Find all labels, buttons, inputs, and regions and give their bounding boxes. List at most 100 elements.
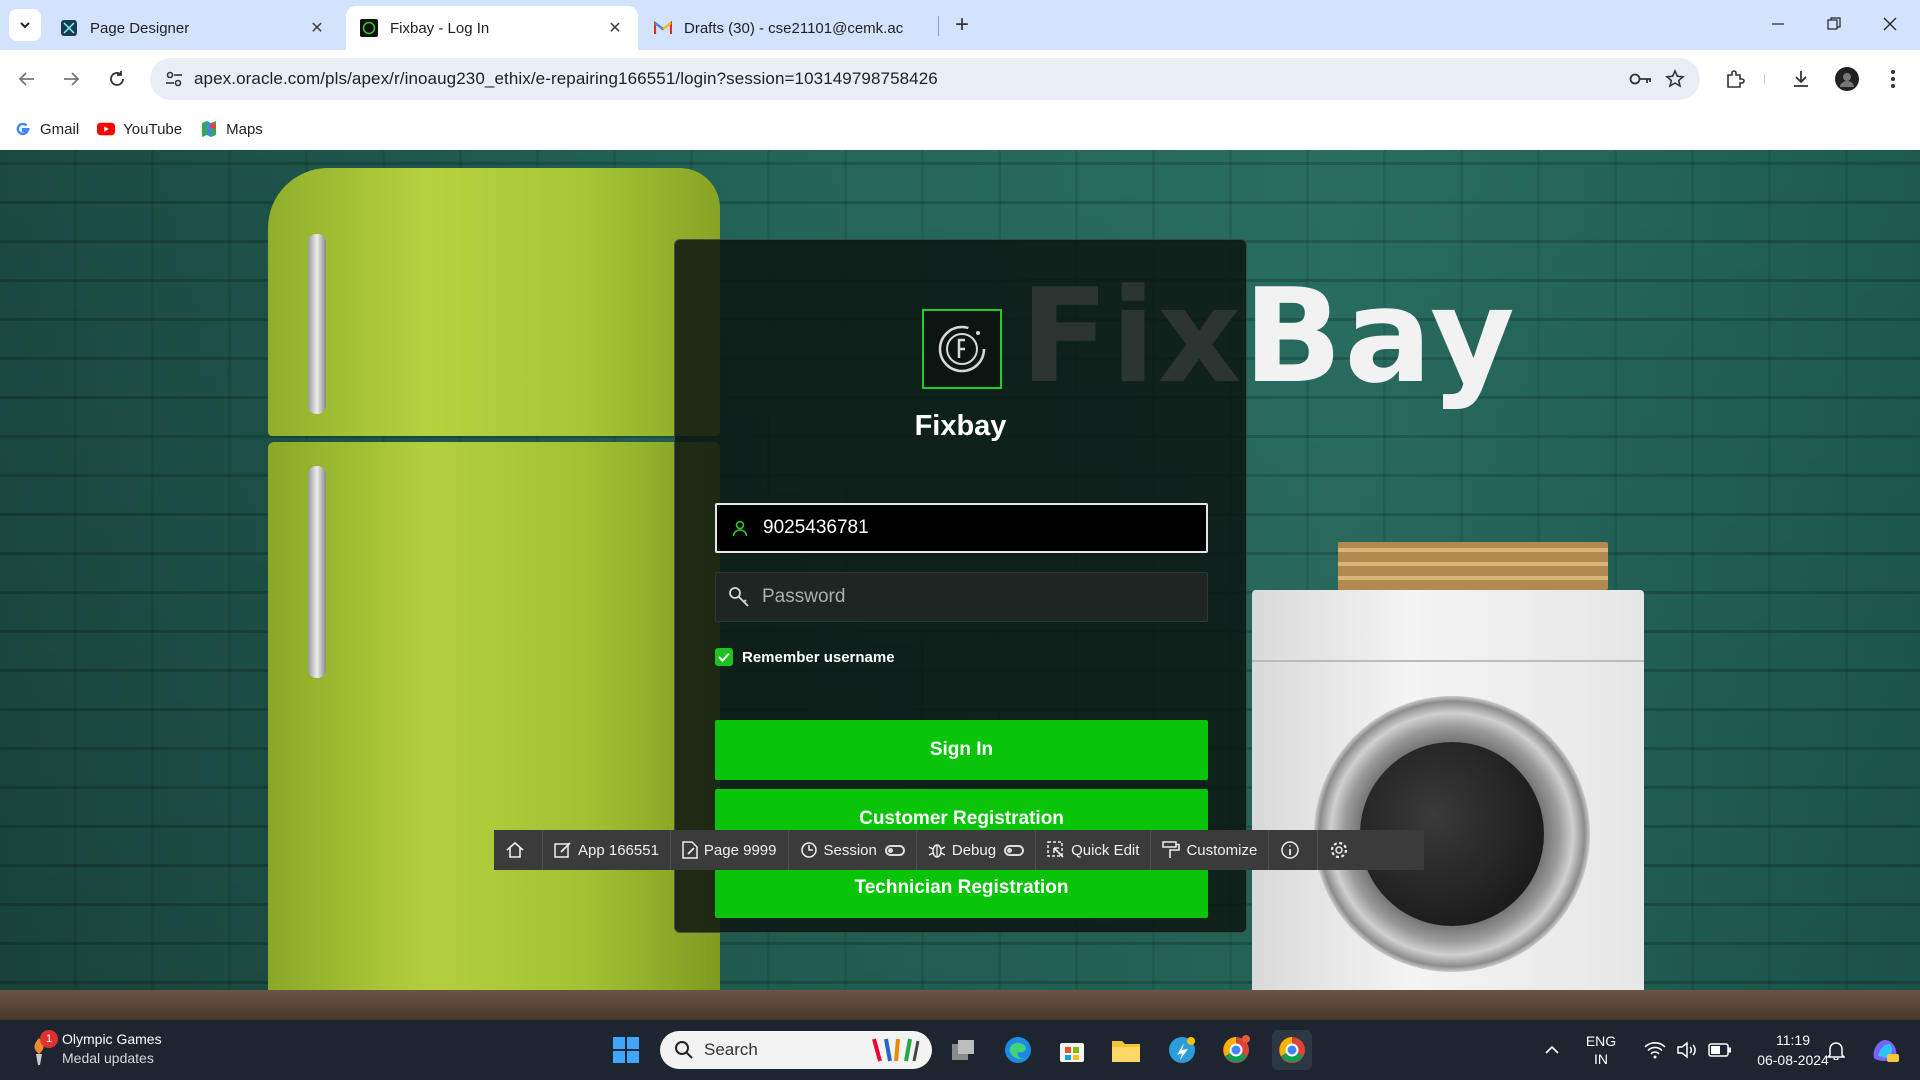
customize-label: Customize: [1186, 841, 1258, 859]
customize-button[interactable]: Customize: [1151, 830, 1270, 870]
quick-edit-button[interactable]: Quick Edit: [1036, 830, 1152, 870]
address-bar[interactable]: apex.oracle.com/pls/apex/r/inoaug230_eth…: [150, 58, 1700, 100]
tab-title: Fixbay - Log In: [390, 19, 490, 37]
forward-button[interactable]: [54, 62, 88, 96]
more-menu-icon[interactable]: [1876, 62, 1910, 96]
chrome-active-icon[interactable]: [1272, 1030, 1312, 1070]
close-icon[interactable]: ✕: [308, 19, 326, 37]
show-hidden-icons-button[interactable]: [1536, 1020, 1568, 1080]
login-page: FixBay Fixbay 9025436781 Remember userna…: [0, 150, 1920, 1020]
floor: [0, 990, 1920, 1020]
olympic-torch-icon: 1: [26, 1030, 58, 1065]
extensions-icon[interactable]: [1718, 62, 1752, 96]
tab-gmail-drafts[interactable]: Drafts (30) - cse21101@cemk.ac: [640, 6, 940, 50]
close-window-button[interactable]: [1862, 0, 1918, 48]
key-icon: [716, 586, 762, 608]
copilot-icon[interactable]: [1864, 1020, 1906, 1080]
sign-in-button[interactable]: Sign In: [715, 720, 1208, 780]
app-label: App 166551: [578, 841, 659, 859]
settings-button[interactable]: [1318, 830, 1366, 870]
news-widget[interactable]: 1 Olympic Games Medal updates: [26, 1030, 162, 1068]
reload-icon: [110, 71, 124, 86]
tab-search-button[interactable]: [9, 9, 41, 41]
minimize-icon: [1772, 23, 1784, 25]
app-button[interactable]: App 166551: [543, 830, 671, 870]
taskbar-search[interactable]: Search: [660, 1031, 932, 1069]
new-tab-button[interactable]: +: [948, 11, 976, 39]
start-button[interactable]: [606, 1030, 646, 1070]
password-field[interactable]: [715, 572, 1208, 622]
password-key-icon[interactable]: [1624, 62, 1658, 96]
fridge-image-lower: [268, 442, 720, 1020]
bookmarks-bar: Gmail YouTube Maps: [0, 108, 1920, 150]
chrome-profile-icon[interactable]: [1216, 1030, 1256, 1070]
site-info-icon[interactable]: [154, 58, 194, 100]
login-card: Fixbay Remember username Sign In Custome…: [674, 239, 1247, 933]
tab-title: Page Designer: [90, 19, 190, 37]
bookmark-youtube[interactable]: YouTube: [97, 120, 182, 138]
username-field[interactable]: [715, 503, 1208, 553]
apex-developer-toolbar: App 166551 Page 9999 Session Debug Quick…: [494, 830, 1424, 870]
maps-icon: [200, 120, 218, 138]
back-button[interactable]: [10, 62, 44, 96]
edge-browser-icon[interactable]: [998, 1030, 1038, 1070]
fridge-handle: [308, 466, 326, 678]
weather-icon[interactable]: [1162, 1030, 1202, 1070]
session-toggle-icon[interactable]: [884, 844, 905, 856]
arrow-right-icon: [64, 72, 80, 86]
page-edit-icon: [682, 841, 698, 859]
notification-badge: 1: [40, 1030, 58, 1048]
username-input[interactable]: [763, 517, 1183, 539]
arrow-left-icon: [18, 72, 34, 86]
session-button[interactable]: Session: [789, 830, 917, 870]
fridge-handle: [308, 234, 326, 414]
quick-edit-icon: [1047, 841, 1064, 858]
language-line-1: ENG: [1585, 1033, 1617, 1049]
browser-tab-bar: Page Designer ✕ Fixbay - Log In ✕ Drafts…: [0, 0, 1920, 50]
tab-title: Drafts (30) - cse21101@cemk.ac: [684, 19, 904, 37]
system-status-area[interactable]: [1634, 1020, 1742, 1080]
bookmark-label: YouTube: [123, 120, 183, 138]
checkmark-icon: [718, 652, 730, 662]
battery-icon: [1708, 1043, 1731, 1057]
language-indicator[interactable]: ENG IN: [1574, 1020, 1628, 1080]
downloads-icon[interactable]: [1784, 62, 1818, 96]
remember-username[interactable]: Remember username: [715, 648, 895, 666]
microsoft-store-icon[interactable]: [1052, 1030, 1092, 1070]
language-line-2: IN: [1594, 1051, 1608, 1067]
remember-checkbox[interactable]: [715, 648, 733, 666]
restore-button[interactable]: [1806, 0, 1862, 48]
bookmark-star-icon[interactable]: [1658, 62, 1692, 96]
notifications-button[interactable]: [1824, 1020, 1848, 1080]
bookmark-label: Maps: [226, 120, 263, 138]
reload-button[interactable]: [100, 62, 134, 96]
washing-machine-image: [1252, 590, 1644, 1020]
bug-icon: [928, 844, 946, 858]
restore-icon: [1827, 17, 1841, 30]
profile-avatar[interactable]: [1830, 62, 1864, 96]
tab-fixbay-login[interactable]: Fixbay - Log In ✕: [346, 6, 638, 50]
page-designer-favicon-icon: [60, 19, 78, 37]
tab-page-designer[interactable]: Page Designer ✕: [46, 6, 340, 50]
debug-toggle-icon[interactable]: [1004, 844, 1025, 856]
speaker-icon: [1677, 1041, 1696, 1059]
quick-edit-label: Quick Edit: [1071, 841, 1140, 859]
session-label: Session: [823, 841, 877, 859]
bell-icon: [1827, 1042, 1845, 1060]
paint-roller-icon: [1162, 841, 1181, 858]
bookmark-maps[interactable]: Maps: [200, 120, 263, 138]
home-button[interactable]: [494, 830, 543, 870]
info-button[interactable]: [1269, 830, 1319, 870]
password-input[interactable]: [762, 586, 1182, 608]
url-text[interactable]: apex.oracle.com/pls/apex/r/inoaug230_eth…: [194, 69, 1624, 89]
minimize-button[interactable]: [1750, 0, 1806, 48]
page-button[interactable]: Page 9999: [671, 830, 789, 870]
debug-button[interactable]: Debug: [917, 830, 1037, 870]
file-explorer-icon[interactable]: [1106, 1030, 1146, 1070]
close-icon[interactable]: ✕: [606, 19, 624, 37]
task-view-icon[interactable]: [944, 1030, 984, 1070]
bookmark-gmail[interactable]: Gmail: [14, 120, 79, 138]
youtube-icon: [97, 120, 116, 138]
remember-label: Remember username: [742, 648, 895, 666]
browser-toolbar: apex.oracle.com/pls/apex/r/inoaug230_eth…: [0, 50, 1920, 108]
